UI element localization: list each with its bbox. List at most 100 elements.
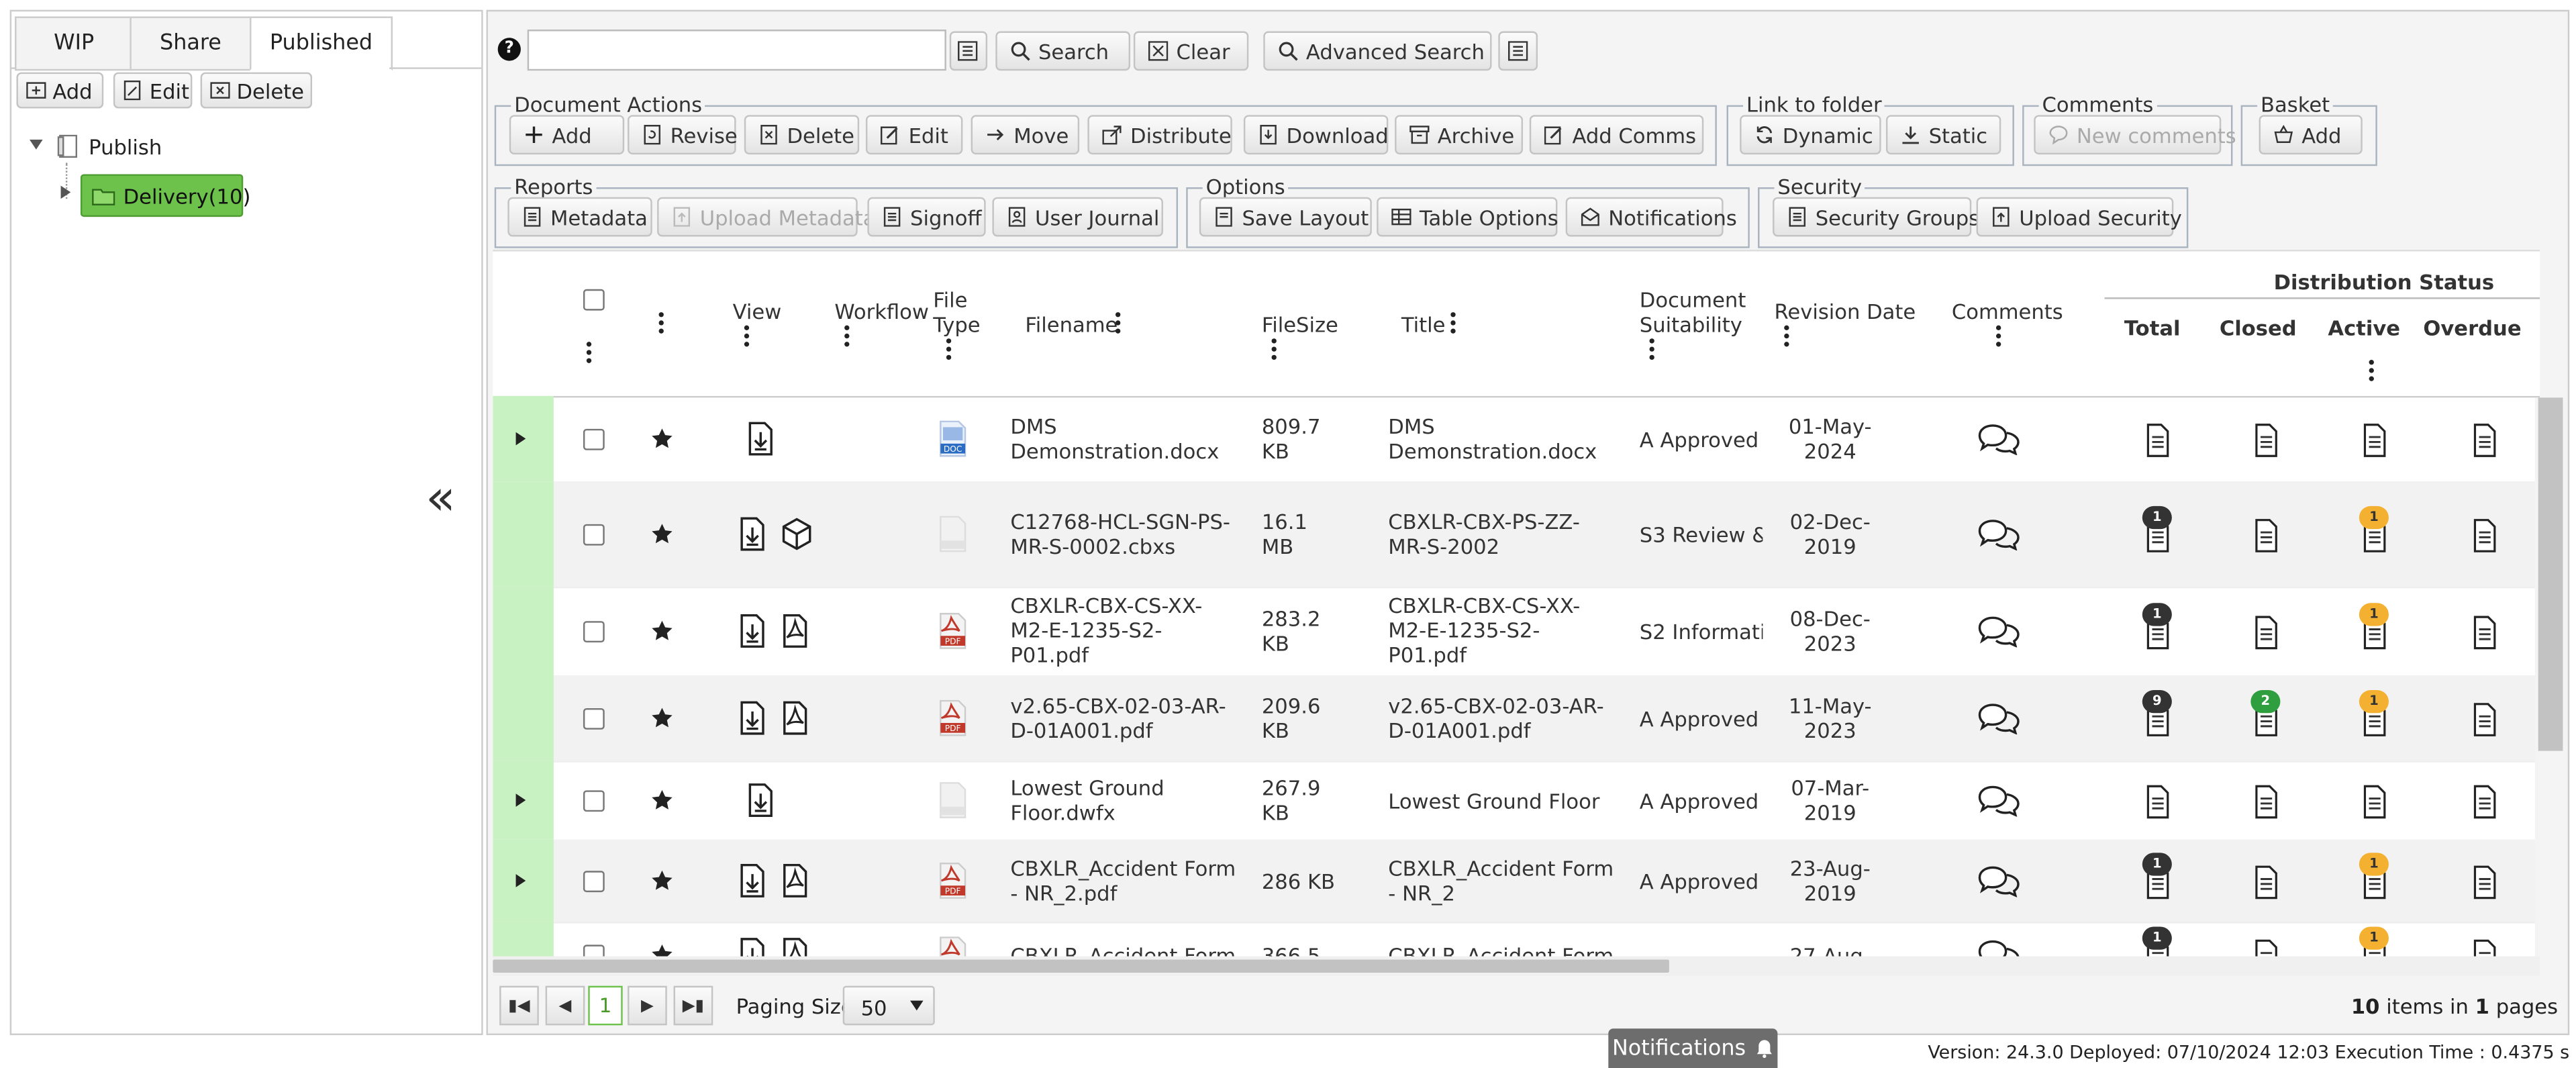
overdue-distribution-icon[interactable] xyxy=(2467,864,2500,900)
star-icon[interactable] xyxy=(650,620,673,642)
upload-metadata-button[interactable]: Upload Metadata xyxy=(657,197,876,237)
link-dynamic-button[interactable]: Dynamic xyxy=(1740,115,1881,155)
column-total[interactable]: Total xyxy=(2124,315,2181,340)
save-layout-button[interactable]: Save Layout xyxy=(1199,197,1372,237)
table-row[interactable]: PDFCBXLR_Accident Form366.5CBXLR_Acciden… xyxy=(493,922,2540,959)
doc-edit-button[interactable]: Edit xyxy=(865,115,963,155)
doc-revise-button[interactable]: Revise xyxy=(628,115,738,155)
overdue-distribution-icon[interactable] xyxy=(2467,784,2500,820)
overdue-distribution-icon[interactable] xyxy=(2467,614,2500,650)
column-filename[interactable]: Filename xyxy=(1025,312,1118,337)
closed-distribution-icon[interactable] xyxy=(2249,784,2282,820)
vertical-scrollbar[interactable] xyxy=(2534,397,2567,957)
comments-icon[interactable] xyxy=(1978,864,2021,898)
file-type-column-menu-icon[interactable] xyxy=(946,338,953,361)
comments-column-menu-icon[interactable] xyxy=(1995,325,2003,348)
closed-distribution-icon[interactable] xyxy=(2249,938,2282,959)
download-file-icon[interactable] xyxy=(736,936,769,959)
tree-node-publish[interactable]: Publish xyxy=(89,135,162,160)
filename-column-menu-icon[interactable] xyxy=(1115,312,1122,335)
column-revision-date[interactable]: Revision Date xyxy=(1775,299,1916,324)
table-row[interactable]: DOC DMS Demonstration.docx 809.7 KB DMS Demons… xyxy=(493,395,2540,483)
row-checkbox[interactable] xyxy=(583,428,605,450)
collapse-panel-icon[interactable]: « xyxy=(426,474,456,524)
clear-button[interactable]: Clear xyxy=(1133,31,1249,71)
suitability-column-menu-icon[interactable] xyxy=(1649,338,1656,361)
horizontal-scrollbar[interactable] xyxy=(493,956,2540,976)
star-icon[interactable] xyxy=(650,522,673,545)
help-icon[interactable]: ? xyxy=(497,38,521,61)
star-icon[interactable] xyxy=(650,707,673,730)
expand-arrow-icon[interactable] xyxy=(60,185,71,199)
star-icon[interactable] xyxy=(650,427,673,450)
tree-node-delivery[interactable]: Delivery(10) xyxy=(80,174,250,217)
overdue-distribution-icon[interactable] xyxy=(2467,938,2500,959)
closed-distribution-icon[interactable] xyxy=(2249,864,2282,900)
download-file-icon[interactable] xyxy=(744,782,777,818)
star-icon[interactable] xyxy=(650,869,673,892)
expand-row-icon[interactable] xyxy=(515,432,526,446)
doc-delete-button[interactable]: Delete xyxy=(744,115,860,155)
download-file-icon[interactable] xyxy=(736,516,769,552)
doc-add-comms-button[interactable]: Add Comms xyxy=(1529,115,1704,155)
row-checkbox[interactable] xyxy=(583,524,605,546)
comments-icon[interactable] xyxy=(1978,422,2021,456)
link-static-button[interactable]: Static xyxy=(1885,115,2001,155)
title-column-menu-icon[interactable] xyxy=(1450,312,1457,335)
table-row[interactable]: PDF CBXLR-CBX-CS-XX- M2-E-1235-S2- P01.pdf 2… xyxy=(493,586,2540,677)
closed-distribution-icon[interactable] xyxy=(2249,614,2282,650)
row-checkbox[interactable] xyxy=(583,708,605,730)
closed-distribution-icon[interactable] xyxy=(2249,518,2282,554)
table-row[interactable]: PDF CBXLR_Accident Form - NR_2.pdf 286 KB CB… xyxy=(493,839,2540,924)
add-button[interactable]: Add xyxy=(16,72,104,109)
row-checkbox[interactable] xyxy=(583,871,605,893)
column-view[interactable]: View xyxy=(733,299,782,324)
select-all-checkbox[interactable] xyxy=(583,289,605,311)
column-title[interactable]: Title xyxy=(1401,312,1446,337)
new-comments-button[interactable]: New comments xyxy=(2034,115,2236,155)
tab-share[interactable]: Share xyxy=(130,16,252,71)
download-file-icon[interactable] xyxy=(736,700,769,736)
revision-date-column-menu-icon[interactable] xyxy=(1784,325,1791,348)
select-column-menu-icon[interactable] xyxy=(586,342,593,365)
comments-icon[interactable] xyxy=(1978,784,2021,818)
current-page-button[interactable]: 1 xyxy=(588,985,623,1026)
column-document-suitability[interactable]: Document xyxy=(1640,287,1746,312)
active-distribution-icon[interactable] xyxy=(2357,422,2390,458)
doc-add-button[interactable]: Add xyxy=(509,115,625,155)
workflow-column-menu-icon[interactable] xyxy=(844,325,851,348)
advanced-list-button[interactable] xyxy=(1498,31,1538,71)
closed-distribution-icon[interactable] xyxy=(2249,422,2282,458)
column-workflow[interactable]: Workflow xyxy=(834,299,929,324)
expand-row-icon[interactable] xyxy=(515,793,526,807)
notifications-tab[interactable]: Notifications xyxy=(1608,1028,1778,1068)
column-file-type[interactable]: File xyxy=(933,287,967,312)
doc-archive-button[interactable]: Archive xyxy=(1395,115,1524,155)
filename-cell[interactable]: CBXLR_Accident Form - NR_2.pdf xyxy=(1010,856,1240,905)
first-page-button[interactable]: ▮◀ xyxy=(499,985,539,1026)
collapse-arrow-icon[interactable] xyxy=(30,140,43,150)
user-journal-button[interactable]: User Journal xyxy=(992,197,1163,237)
expand-row-icon[interactable] xyxy=(515,874,526,887)
pdf-view-icon[interactable] xyxy=(779,700,811,736)
metadata-button[interactable]: Metadata xyxy=(507,197,652,237)
doc-download-button[interactable]: Download xyxy=(1243,115,1389,155)
search-input[interactable] xyxy=(527,30,946,71)
tab-wip[interactable]: WIP xyxy=(15,16,134,71)
active-distribution-icon[interactable] xyxy=(2357,784,2390,820)
download-file-icon[interactable] xyxy=(736,863,769,899)
horizontal-scroll-thumb[interactable] xyxy=(493,959,1669,973)
advanced-search-button[interactable]: Advanced Search xyxy=(1263,31,1492,71)
comments-icon[interactable] xyxy=(1978,614,2021,648)
filename-cell[interactable]: CBXLR-CBX-CS-XX- M2-E-1235-S2- P01.pdf xyxy=(1010,593,1240,667)
pdf-view-icon[interactable] xyxy=(779,936,811,959)
view-column-menu-icon[interactable] xyxy=(744,325,751,348)
total-distribution-icon[interactable] xyxy=(2140,422,2173,458)
table-row[interactable]: C12768-HCL-SGN-PS- MR-S-0002.cbxs 16.1 MB CB… xyxy=(493,481,2540,589)
column-overdue[interactable]: Overdue xyxy=(2423,315,2521,340)
pdf-view-icon[interactable] xyxy=(779,613,811,649)
star-column-menu-icon[interactable] xyxy=(658,312,666,335)
doc-move-button[interactable]: Move xyxy=(971,115,1080,155)
delete-button[interactable]: Delete xyxy=(200,72,313,109)
overdue-distribution-icon[interactable] xyxy=(2467,422,2500,458)
